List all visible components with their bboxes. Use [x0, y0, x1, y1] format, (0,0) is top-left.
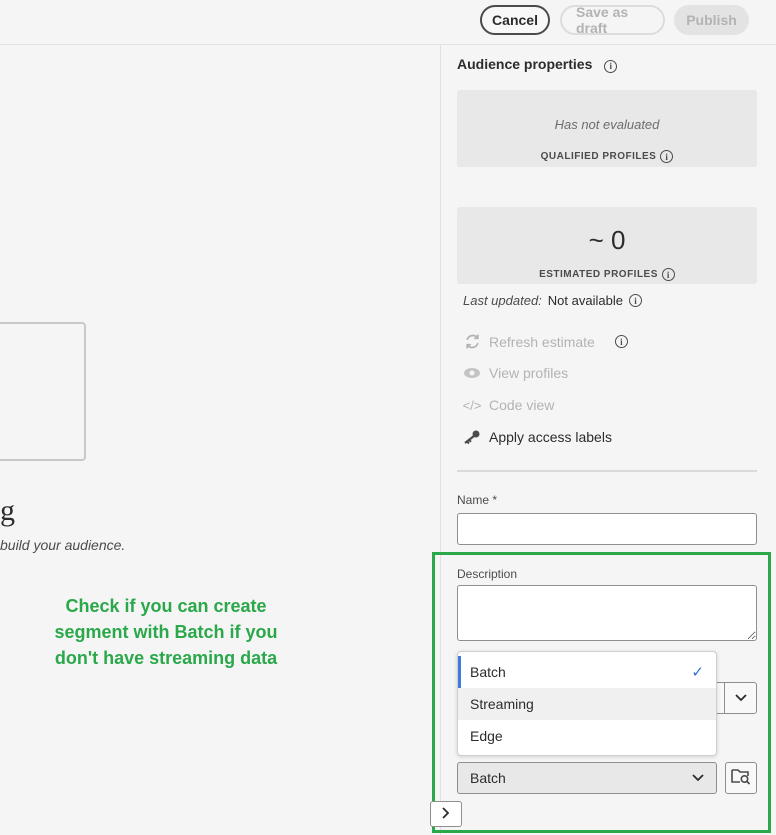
menu-item-label: Streaming — [470, 696, 534, 712]
estimated-label-row: ESTIMATED PROFILES i — [457, 268, 757, 281]
evaluation-method-menu: Batch ✓ Streaming Edge — [457, 651, 717, 756]
save-as-draft-button[interactable]: Save as draft — [560, 4, 665, 36]
annotation-line-2: segment with Batch if you — [54, 622, 278, 642]
menu-item-streaming[interactable]: Streaming — [458, 688, 716, 720]
canvas-heading: g — [0, 494, 15, 527]
info-icon[interactable]: i — [660, 150, 674, 163]
estimated-profiles-card: ~ 0 ESTIMATED PROFILES i — [457, 207, 757, 284]
qualified-profiles-card: Has not evaluated QUALIFIED PROFILES i — [457, 90, 757, 167]
menu-item-edge[interactable]: Edge — [458, 720, 716, 752]
info-icon[interactable]: i — [614, 335, 628, 348]
canvas-hint: build your audience. — [0, 537, 126, 553]
qualified-label: QUALIFIED PROFILES — [540, 151, 657, 162]
refresh-estimate-label: Refresh estimate — [489, 333, 595, 350]
panel-divider — [457, 470, 757, 472]
menu-item-label: Edge — [470, 728, 503, 744]
last-updated-value: Not available — [547, 293, 623, 308]
apply-access-labels-action[interactable]: Apply access labels — [463, 429, 612, 445]
description-label: Description — [457, 567, 518, 581]
checkmark-icon: ✓ — [691, 664, 704, 681]
view-profiles-action[interactable]: View profiles — [463, 365, 568, 381]
qualified-status: Has not evaluated — [554, 117, 660, 132]
refresh-icon — [463, 333, 481, 350]
menu-item-label: Batch — [470, 664, 506, 680]
info-icon[interactable]: i — [661, 268, 675, 281]
merge-policy-select[interactable]: Batch — [457, 762, 717, 794]
cancel-button[interactable]: Cancel — [480, 5, 550, 35]
last-updated-row: Last updated: Not available i — [463, 293, 642, 308]
top-toolbar: Cancel Save as draft Publish — [0, 0, 776, 45]
audience-properties-header: Audience properties i — [457, 56, 618, 73]
menu-item-batch[interactable]: Batch ✓ — [458, 656, 716, 688]
name-label-row: Name * — [457, 493, 497, 507]
info-icon[interactable]: i — [628, 294, 642, 307]
description-input[interactable] — [457, 585, 757, 641]
chevron-down-icon — [692, 771, 704, 785]
merge-policy-value: Batch — [470, 770, 506, 786]
annotation-callout: Check if you can create segment with Bat… — [40, 593, 292, 671]
view-profiles-label: View profiles — [489, 365, 569, 381]
chevron-down-icon[interactable] — [724, 683, 756, 713]
annotation-line-3: don't have streaming data — [54, 648, 278, 668]
code-view-label: Code view — [489, 397, 555, 413]
code-view-action[interactable]: </> Code view — [462, 397, 555, 413]
canvas-drop-zone — [0, 322, 86, 461]
chevron-right-icon — [442, 806, 450, 822]
qualified-label-row: QUALIFIED PROFILES i — [457, 150, 757, 163]
code-icon: </> — [462, 397, 482, 413]
name-label: Name — [457, 493, 490, 507]
audience-properties-title: Audience properties — [457, 56, 593, 72]
browse-button[interactable] — [725, 762, 757, 794]
apply-access-labels-label: Apply access labels — [489, 429, 612, 445]
key-icon — [463, 429, 481, 445]
refresh-estimate-action[interactable]: Refresh estimate i — [463, 333, 628, 350]
publish-button[interactable]: Publish — [674, 5, 749, 35]
info-icon[interactable]: i — [604, 59, 618, 73]
last-updated-label: Last updated: — [463, 293, 542, 308]
annotation-line-1: Check if you can create — [65, 596, 267, 616]
eye-icon — [463, 367, 481, 379]
folder-search-icon — [731, 767, 751, 790]
name-input[interactable] — [457, 513, 757, 545]
estimated-label: ESTIMATED PROFILES — [539, 269, 658, 280]
expand-panel-button[interactable] — [430, 801, 462, 827]
estimated-value: ~ 0 — [588, 225, 626, 255]
required-marker: * — [492, 493, 498, 507]
